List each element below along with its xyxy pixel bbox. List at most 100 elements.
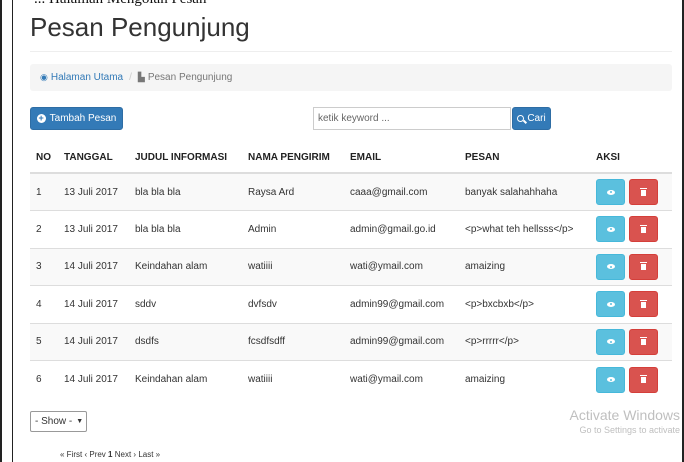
breadcrumb-current: ▙ Pesan Pengunjung bbox=[138, 72, 232, 83]
add-message-label: Tambah Pesan bbox=[49, 113, 117, 124]
frame-inner-border bbox=[12, 0, 13, 462]
pagination-last[interactable]: Last » bbox=[138, 450, 160, 459]
cell-tanggal: 14 Juli 2017 bbox=[58, 360, 129, 398]
cell-judul: bla bla bla bbox=[129, 172, 242, 211]
view-button[interactable] bbox=[596, 366, 625, 393]
file-icon: ▙ bbox=[137, 72, 145, 82]
header-aksi: AKSI bbox=[590, 143, 672, 174]
table-row: 4 14 Juli 2017 sddv dvfsdv admin99@gmail… bbox=[30, 285, 672, 323]
cell-no: 6 bbox=[30, 360, 58, 398]
cell-email: admin@gmail.go.id bbox=[344, 210, 459, 248]
breadcrumb-home-label: Halaman Utama bbox=[50, 72, 124, 83]
cell-no: 3 bbox=[30, 247, 58, 286]
table-row: 5 14 Juli 2017 dsdfs fcsdfsdff admin99@g… bbox=[30, 322, 672, 361]
cell-aksi bbox=[590, 322, 672, 361]
caret-down-icon: ▼ bbox=[76, 418, 84, 425]
cell-aksi bbox=[590, 247, 672, 286]
cell-email: admin99@gmail.com bbox=[344, 285, 459, 323]
messages-table: NO TANGGAL JUDUL INFORMASI NAMA PENGIRIM… bbox=[30, 143, 672, 398]
title-divider bbox=[30, 51, 672, 52]
breadcrumb-separator: / bbox=[129, 72, 132, 83]
cell-no: 4 bbox=[30, 285, 58, 323]
eye-icon bbox=[606, 377, 615, 382]
trash-icon bbox=[640, 224, 647, 233]
cell-pengirim: Raysa Ard bbox=[242, 172, 344, 211]
header-pesan: PESAN bbox=[459, 143, 590, 174]
eye-icon bbox=[606, 339, 615, 345]
header-tanggal: TANGGAL bbox=[58, 143, 129, 174]
watermark-subtitle: Go to Settings to activate bbox=[579, 425, 680, 435]
pagination-prev[interactable]: ‹ Prev bbox=[84, 450, 105, 459]
breadcrumb-home-link[interactable]: ◉ Halaman Utama bbox=[40, 72, 123, 83]
cell-tanggal: 13 Juli 2017 bbox=[58, 172, 129, 211]
eye-icon bbox=[606, 226, 615, 232]
plus-circle-icon: + bbox=[36, 113, 46, 123]
view-button[interactable] bbox=[596, 253, 625, 280]
cell-judul: Keindahan alam bbox=[129, 360, 242, 398]
view-button[interactable] bbox=[596, 179, 625, 205]
view-button[interactable] bbox=[596, 328, 625, 355]
trash-icon bbox=[640, 375, 647, 383]
cell-pesan: amaizing bbox=[459, 360, 590, 398]
cell-aksi bbox=[590, 285, 672, 323]
header-email: EMAIL bbox=[344, 143, 459, 174]
page-title: Pesan Pengunjung bbox=[30, 12, 250, 42]
delete-button[interactable] bbox=[629, 328, 658, 355]
dashboard-icon: ◉ bbox=[40, 72, 48, 82]
delete-button[interactable] bbox=[629, 291, 658, 318]
cell-tanggal: 14 Juli 2017 bbox=[58, 322, 129, 361]
cell-judul: sddv bbox=[129, 285, 242, 323]
cell-email: wati@ymail.com bbox=[344, 247, 459, 286]
cell-pesan: <p>rrrrr</p> bbox=[459, 322, 590, 361]
activate-windows-watermark: Activate Windows Go to Settings to activ… bbox=[570, 407, 680, 435]
cell-judul: Keindahan alam bbox=[129, 247, 242, 286]
cell-tanggal: 13 Juli 2017 bbox=[58, 210, 129, 248]
pagination-current: 1 bbox=[108, 450, 113, 459]
trash-icon bbox=[640, 337, 647, 346]
header-judul: JUDUL INFORMASI bbox=[129, 143, 242, 174]
cell-aksi bbox=[590, 210, 672, 248]
view-button[interactable] bbox=[596, 216, 625, 243]
cell-email: wati@ymail.com bbox=[344, 360, 459, 398]
header-no: NO bbox=[30, 143, 58, 174]
show-per-page-select[interactable]: - Show - ▼ bbox=[30, 411, 87, 432]
view-button[interactable] bbox=[596, 291, 625, 318]
show-select-value: - Show - bbox=[35, 416, 73, 427]
cell-pengirim: dvfsdv bbox=[242, 285, 344, 323]
cell-email: admin99@gmail.com bbox=[344, 322, 459, 361]
delete-button[interactable] bbox=[629, 366, 658, 393]
cell-aksi bbox=[590, 172, 672, 211]
cell-aksi bbox=[590, 360, 672, 398]
cell-judul: dsdfs bbox=[129, 322, 242, 361]
cell-pengirim: fcsdfsdff bbox=[242, 322, 344, 361]
pagination-first[interactable]: « First bbox=[60, 450, 82, 459]
trash-icon bbox=[640, 262, 647, 271]
table-row: 3 14 Juli 2017 Keindahan alam watiiii wa… bbox=[30, 247, 672, 286]
eye-icon bbox=[606, 189, 615, 195]
search-button[interactable]: Cari bbox=[512, 107, 551, 130]
table-header-row: NO TANGGAL JUDUL INFORMASI NAMA PENGIRIM… bbox=[30, 143, 672, 174]
cell-tanggal: 14 Juli 2017 bbox=[58, 247, 129, 286]
cell-pengirim: watiiii bbox=[242, 360, 344, 398]
cell-no: 1 bbox=[30, 172, 58, 211]
delete-button[interactable] bbox=[629, 179, 658, 205]
header-pengirim: NAMA PENGIRIM bbox=[242, 143, 344, 174]
pagination: « First ‹ Prev 1 Next › Last » bbox=[60, 450, 160, 459]
cell-pengirim: Admin bbox=[242, 210, 344, 248]
cell-pengirim: watiiii bbox=[242, 247, 344, 286]
table-row: 6 14 Juli 2017 Keindahan alam watiiii wa… bbox=[30, 360, 672, 398]
cell-pesan: <p>what teh hellsss</p> bbox=[459, 210, 590, 248]
breadcrumb: ◉ Halaman Utama / ▙ Pesan Pengunjung bbox=[30, 64, 672, 91]
search-input[interactable] bbox=[313, 107, 511, 130]
cell-no: 5 bbox=[30, 322, 58, 361]
search-icon bbox=[517, 115, 525, 122]
eye-icon bbox=[606, 301, 615, 307]
pagination-next[interactable]: Next › bbox=[115, 450, 136, 459]
cell-pesan: banyak salahahhaha bbox=[459, 172, 590, 211]
delete-button[interactable] bbox=[629, 216, 658, 243]
cell-judul: bla bla bla bbox=[129, 210, 242, 248]
eye-icon bbox=[606, 264, 615, 270]
watermark-title: Activate Windows bbox=[569, 407, 680, 423]
add-message-button[interactable]: + Tambah Pesan bbox=[30, 107, 123, 130]
delete-button[interactable] bbox=[629, 253, 658, 280]
